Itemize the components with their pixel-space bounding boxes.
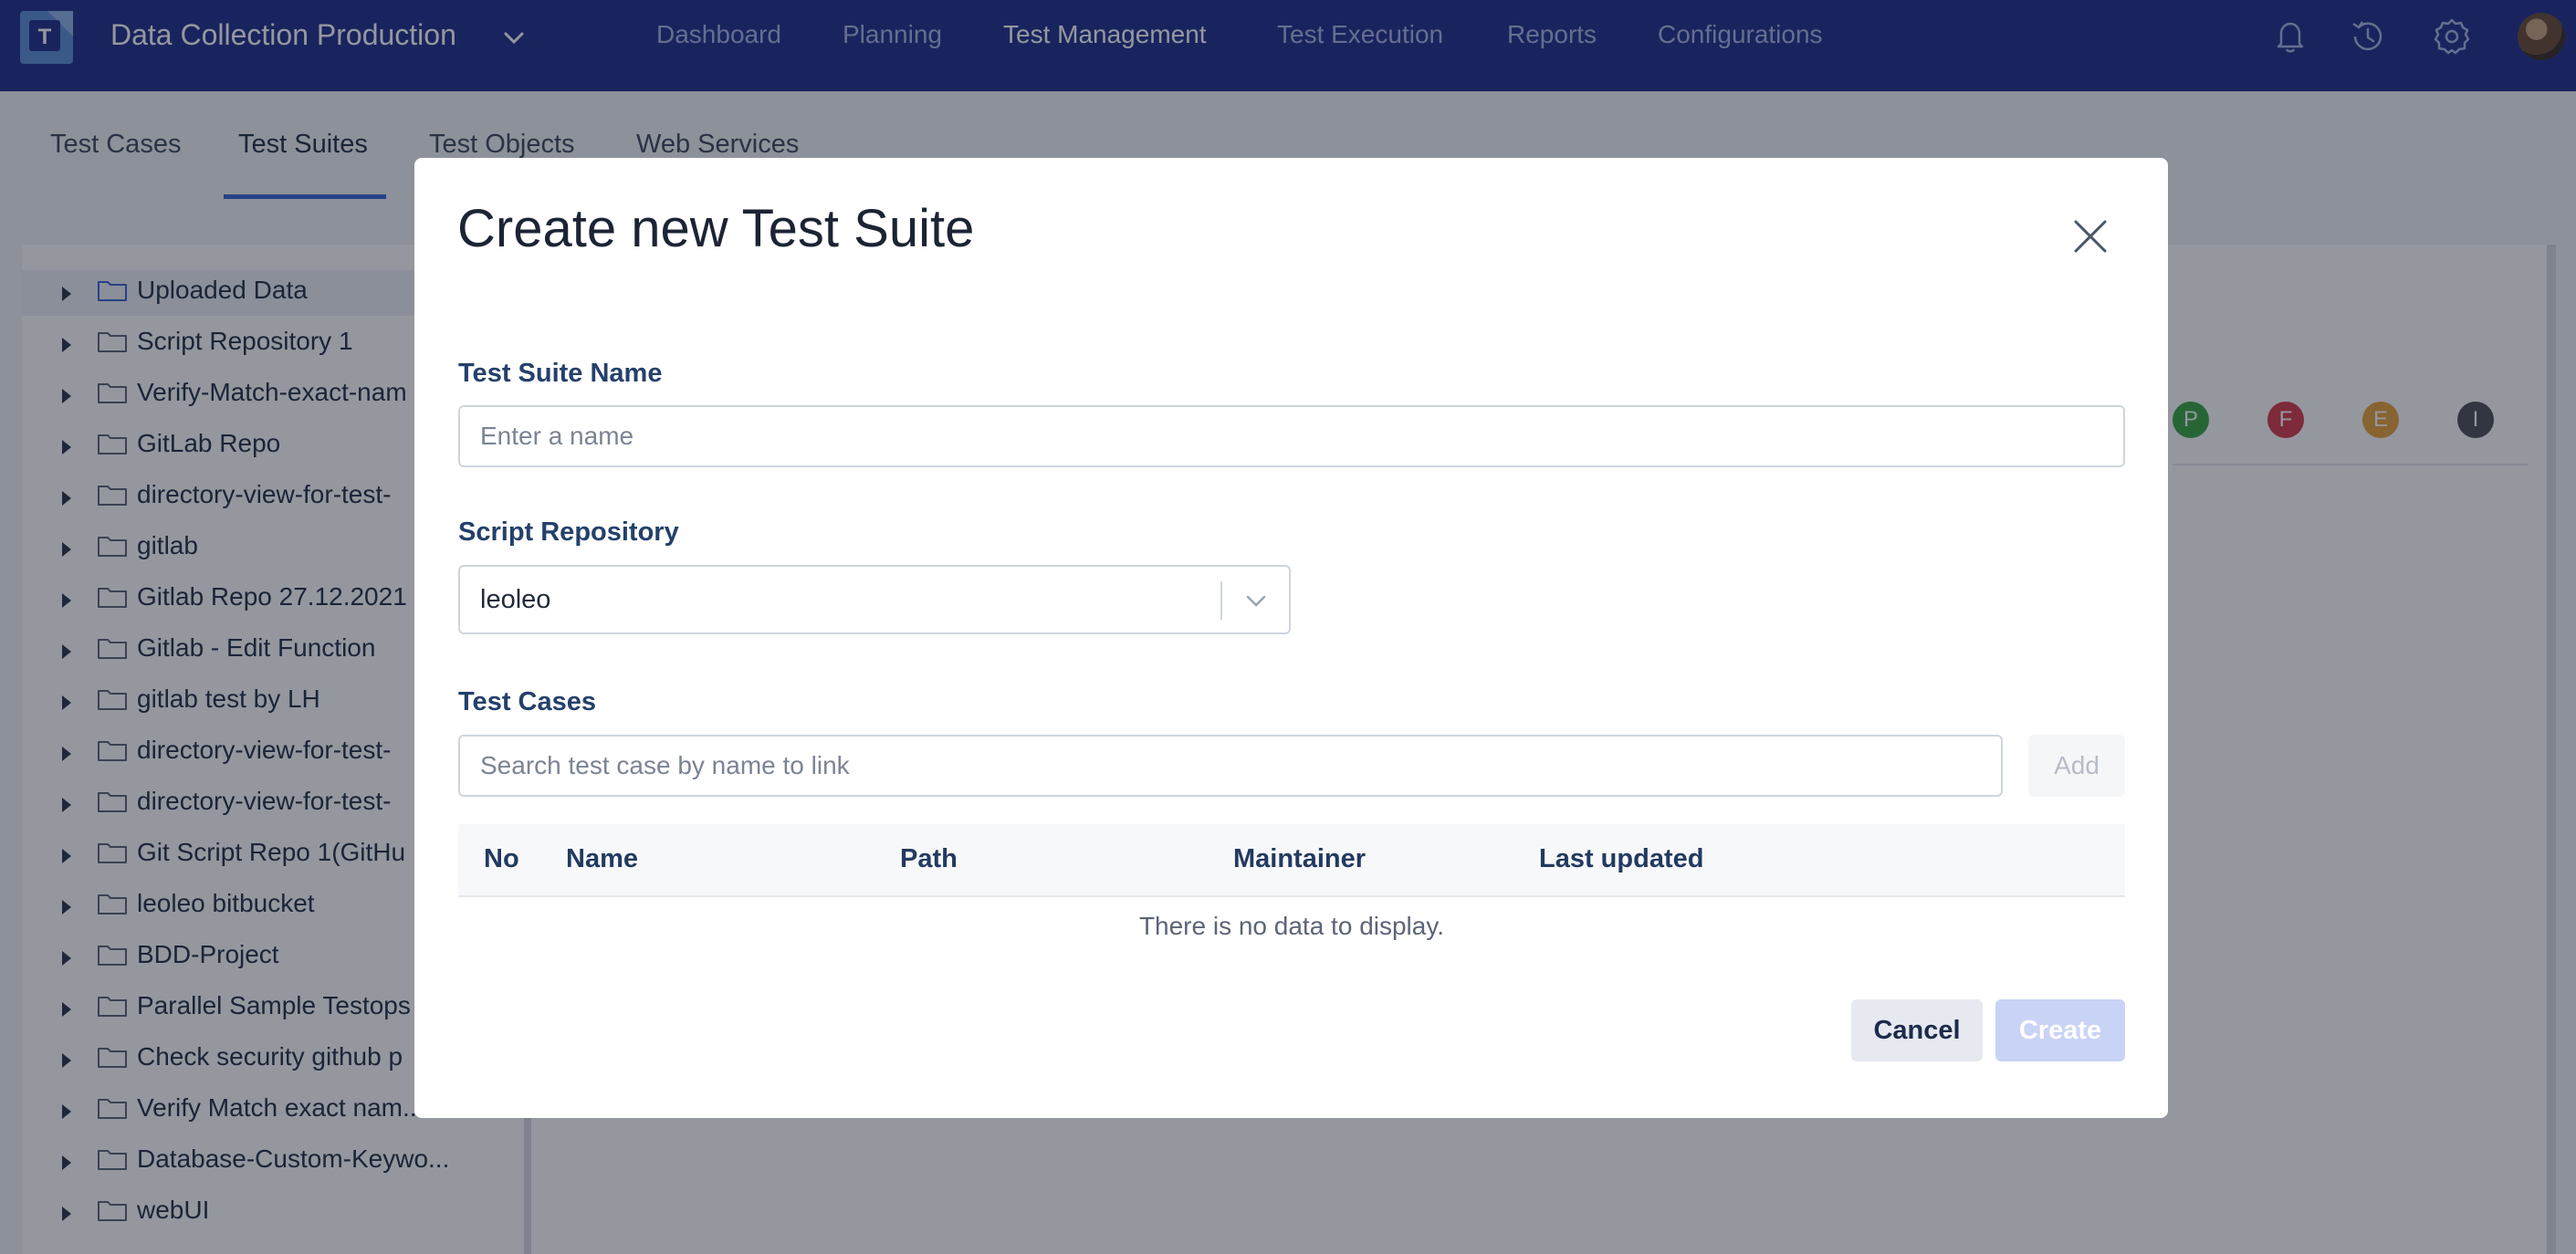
create-test-suite-modal: Create new Test Suite Test Suite Name Sc… bbox=[414, 158, 2168, 1118]
script-repository-value: leoleo bbox=[480, 585, 551, 614]
close-icon[interactable] bbox=[2067, 213, 2114, 260]
column-header-no[interactable]: No bbox=[484, 844, 519, 874]
select-separator bbox=[1220, 581, 1222, 620]
modal-title: Create new Test Suite bbox=[457, 199, 975, 258]
empty-table-message: There is no data to display. bbox=[1138, 912, 1445, 940]
cancel-button[interactable]: Cancel bbox=[1851, 999, 1983, 1061]
suite-name-label: Test Suite Name bbox=[458, 359, 663, 388]
suite-name-input[interactable] bbox=[458, 405, 2125, 467]
script-repository-select[interactable]: leoleo bbox=[458, 565, 1291, 634]
test-case-search-input[interactable] bbox=[458, 735, 2003, 797]
column-header-last-updated[interactable]: Last updated bbox=[1539, 844, 1703, 874]
script-repository-label: Script Repository bbox=[458, 517, 679, 547]
test-cases-table-header: No Name Path Maintainer Last updated bbox=[458, 824, 2125, 897]
test-cases-label: Test Cases bbox=[458, 687, 596, 716]
column-header-path[interactable]: Path bbox=[900, 844, 958, 874]
column-header-maintainer[interactable]: Maintainer bbox=[1233, 844, 1366, 874]
chevron-down-icon[interactable] bbox=[1238, 583, 1274, 620]
column-header-name[interactable]: Name bbox=[566, 844, 638, 874]
create-button[interactable]: Create bbox=[1995, 999, 2125, 1061]
add-test-case-button[interactable]: Add bbox=[2028, 735, 2125, 797]
